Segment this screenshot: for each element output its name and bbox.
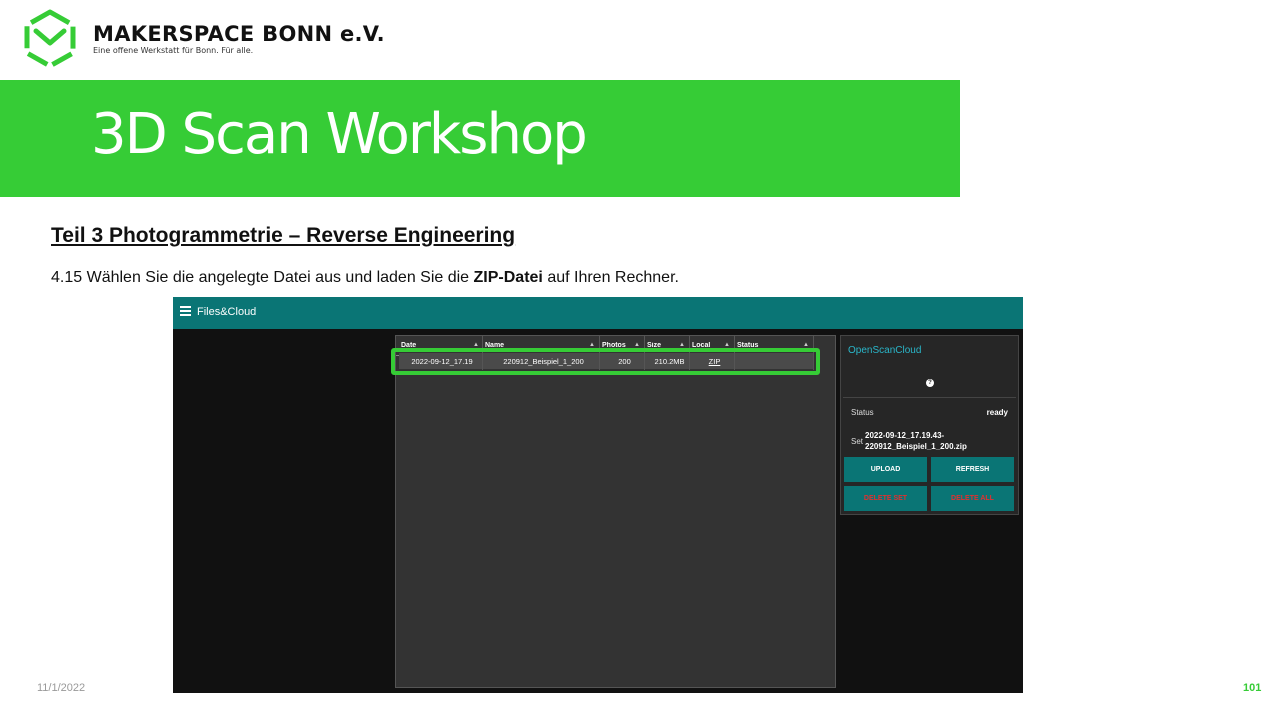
- delete-all-button[interactable]: DELETE ALL: [931, 486, 1014, 511]
- app-title: Files&Cloud: [197, 306, 257, 318]
- set-value-line1: 2022-09-12_17.19.43-: [865, 431, 945, 440]
- files-table: Date ▲ Name ▲ Photos ▲ Size ▲ Local ▲ Status ▲…: [395, 335, 836, 688]
- cloud-panel-title: OpenScanCloud: [848, 345, 922, 356]
- delete-set-button[interactable]: DELETE SET: [844, 486, 927, 511]
- set-value-line2: 220912_Beispiel_1_200.zip: [865, 442, 967, 451]
- org-name: MAKERSPACE BONN e.V.: [93, 22, 385, 46]
- page-number: 101: [1243, 682, 1262, 694]
- question-circle-icon[interactable]: ?: [926, 379, 934, 387]
- instruction-text: 4.15 Wählen Sie die angelegte Datei aus …: [51, 269, 679, 287]
- makerspace-cube-logo: [24, 9, 76, 69]
- app-screenshot: Files&Cloud Date ▲ Name ▲ Photos ▲ Size ▲ Lo…: [173, 297, 1023, 693]
- title-banner: 3D Scan Workshop: [0, 80, 960, 197]
- status-value: ready: [986, 408, 1008, 417]
- status-label: Status: [851, 408, 874, 417]
- slide-subtitle: Teil 3 Photogrammetrie – Reverse Enginee…: [51, 224, 516, 247]
- app-bar: Files&Cloud: [173, 297, 1023, 329]
- instruction-prefix: 4.15 Wählen Sie die angelegte Datei aus …: [51, 269, 474, 286]
- set-label: Set: [851, 437, 864, 446]
- row-highlight-frame: [391, 348, 820, 375]
- hamburger-menu-icon[interactable]: [180, 306, 191, 318]
- divider: [843, 397, 1016, 398]
- slide-title: 3D Scan Workshop: [91, 102, 588, 167]
- upload-button[interactable]: UPLOAD: [844, 457, 927, 482]
- slide-date: 11/1/2022: [37, 682, 86, 694]
- cloud-panel: OpenScanCloud ? Status ready Set 2022-09…: [840, 335, 1019, 515]
- refresh-button[interactable]: REFRESH: [931, 457, 1014, 482]
- instruction-suffix: auf Ihren Rechner.: [542, 269, 679, 286]
- org-tagline: Eine offene Werkstatt für Bonn. Für alle…: [93, 46, 254, 55]
- instruction-bold: ZIP-Datei: [473, 269, 543, 286]
